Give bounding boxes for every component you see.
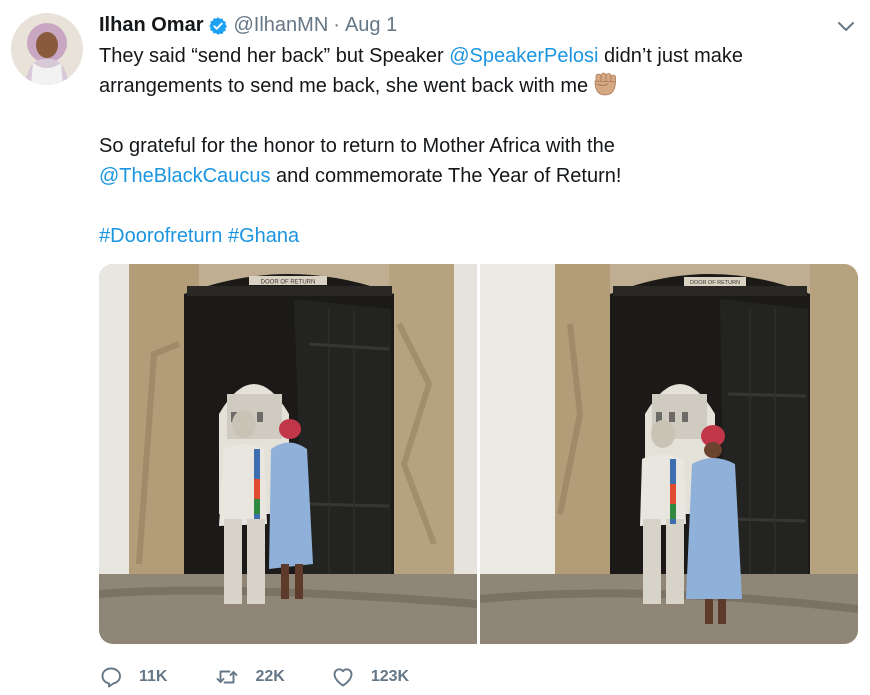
hashtag-ghana-link[interactable]: #Ghana [228,225,299,247]
tweet-media: DOOR OF RETURN DOOR OF RETURN [99,264,858,644]
tweet-text-line-4: @TheBlackCaucus and commemorate The Year… [99,161,621,191]
mention-speakerpelosi-link[interactable]: @SpeakerPelosi [449,45,598,67]
door-sign-text: DOOR OF RETURN [690,280,740,286]
photo-1[interactable]: DOOR OF RETURN [99,264,477,644]
author-name[interactable]: Ilhan Omar [99,14,203,37]
door-sign-text: DOOR OF RETURN [261,280,316,286]
chevron-down-icon[interactable] [836,20,856,34]
text-segment: didn’t just make [598,45,743,67]
text-segment: So grateful for the honor to return to M… [99,135,615,157]
reply-count: 11K [139,668,168,685]
reply-icon [101,667,121,688]
avatar[interactable] [11,13,83,85]
tweet-header: Ilhan Omar @IlhanMN · Aug 1 [99,14,397,37]
tweet-text-line-2: arrangements to send me back, she went b… [99,71,618,101]
like-button[interactable]: 123K [331,665,409,689]
tweet-hashtags: #Doorofreturn #Ghana [99,221,299,251]
retweet-button[interactable]: 22K [215,665,285,689]
tweet-actions: 11K 22K 123K [99,665,409,689]
like-icon [333,668,353,687]
like-count: 123K [370,668,410,685]
separator-dot: · [333,14,340,36]
raised-fist-emoji-icon [592,71,618,97]
text-segment: arrangements to send me back, she went b… [99,75,589,97]
photo-2[interactable]: DOOR OF RETURN [480,264,858,644]
mention-theblackcaucus-link[interactable]: @TheBlackCaucus [99,165,270,187]
text-segment: They said “send her back” but Speaker [99,45,450,67]
retweet-count: 22K [255,668,285,685]
retweet-icon [217,670,238,684]
author-handle[interactable]: @IlhanMN [233,14,328,37]
hashtag-doorofreturn-link[interactable]: #Doorofreturn [99,225,222,247]
tweet-text-line-1: They said “send her back” but Speaker @S… [99,41,743,71]
reply-button[interactable]: 11K [99,665,167,689]
tweet-timestamp[interactable]: Aug 1 [345,14,397,37]
verified-badge-icon [208,16,228,36]
tweet-text-line-3: So grateful for the honor to return to M… [99,131,615,161]
text-segment: and commemorate The Year of Return! [270,165,622,187]
